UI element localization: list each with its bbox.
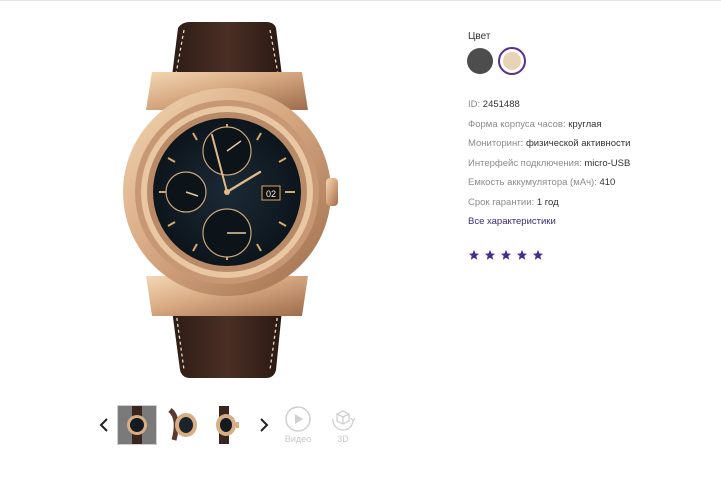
date-window-text: 02 <box>266 189 276 199</box>
chevron-left-icon <box>99 418 108 432</box>
star-icon <box>500 249 512 261</box>
next-arrow-button[interactable] <box>258 416 270 434</box>
rating-stars[interactable] <box>468 249 544 261</box>
video-button[interactable]: Видео <box>280 404 316 448</box>
video-label: Видео <box>284 434 312 444</box>
color-title: Цвет <box>468 31 491 42</box>
star-icon <box>516 249 528 261</box>
thumbnail-1[interactable] <box>117 405 157 445</box>
spec-interface: Интерфейс подключения: micro-USB <box>468 158 630 169</box>
main-product-image[interactable]: 02 <box>112 20 344 382</box>
spec-value: 1 год <box>536 197 559 208</box>
watch-thumbnail-image <box>118 406 156 444</box>
3d-view-button[interactable]: 3D <box>325 404 361 448</box>
star-icon <box>468 249 480 261</box>
all-specs-link[interactable]: Все характеристики <box>468 216 556 227</box>
top-divider <box>0 0 721 1</box>
rotate-3d-icon <box>332 410 356 431</box>
spec-label: Срок гарантии: <box>468 197 535 208</box>
spec-value: 410 <box>599 177 616 188</box>
spec-id: ID: 2451488 <box>468 99 520 110</box>
watch-thumbnail-image <box>209 406 247 444</box>
star-icon <box>484 249 496 261</box>
spec-label: Форма корпуса часов: <box>468 119 566 130</box>
spec-value: круглая <box>568 119 602 130</box>
spec-warranty: Срок гарантии: 1 год <box>468 197 559 208</box>
spec-monitoring: Мониторинг: физической активности <box>468 138 630 149</box>
spec-label: ID: <box>468 99 481 110</box>
watch-thumbnail-image <box>164 406 202 444</box>
spec-label: Емкость аккумулятора (мАч): <box>468 177 597 188</box>
thumbnail-2[interactable] <box>164 406 202 444</box>
color-swatch-gold[interactable] <box>498 47 526 75</box>
spec-case-shape: Форма корпуса часов: круглая <box>468 119 602 130</box>
thumbnail-3[interactable] <box>209 406 247 444</box>
spec-battery: Емкость аккумулятора (мАч): 410 <box>468 177 615 188</box>
color-swatch-dark-gray[interactable] <box>467 48 493 74</box>
prev-arrow-button[interactable] <box>98 416 110 434</box>
chevron-right-icon <box>260 418 269 432</box>
spec-value: 2451488 <box>482 99 520 110</box>
star-icon <box>532 249 544 261</box>
3d-label: 3D <box>337 434 349 444</box>
spec-value: micro-USB <box>584 158 631 169</box>
play-icon <box>285 406 311 432</box>
spec-label: Интерфейс подключения: <box>468 158 582 169</box>
spec-value: физической активности <box>525 138 631 149</box>
swatch-fill <box>503 52 521 70</box>
spec-label: Мониторинг: <box>468 138 524 149</box>
